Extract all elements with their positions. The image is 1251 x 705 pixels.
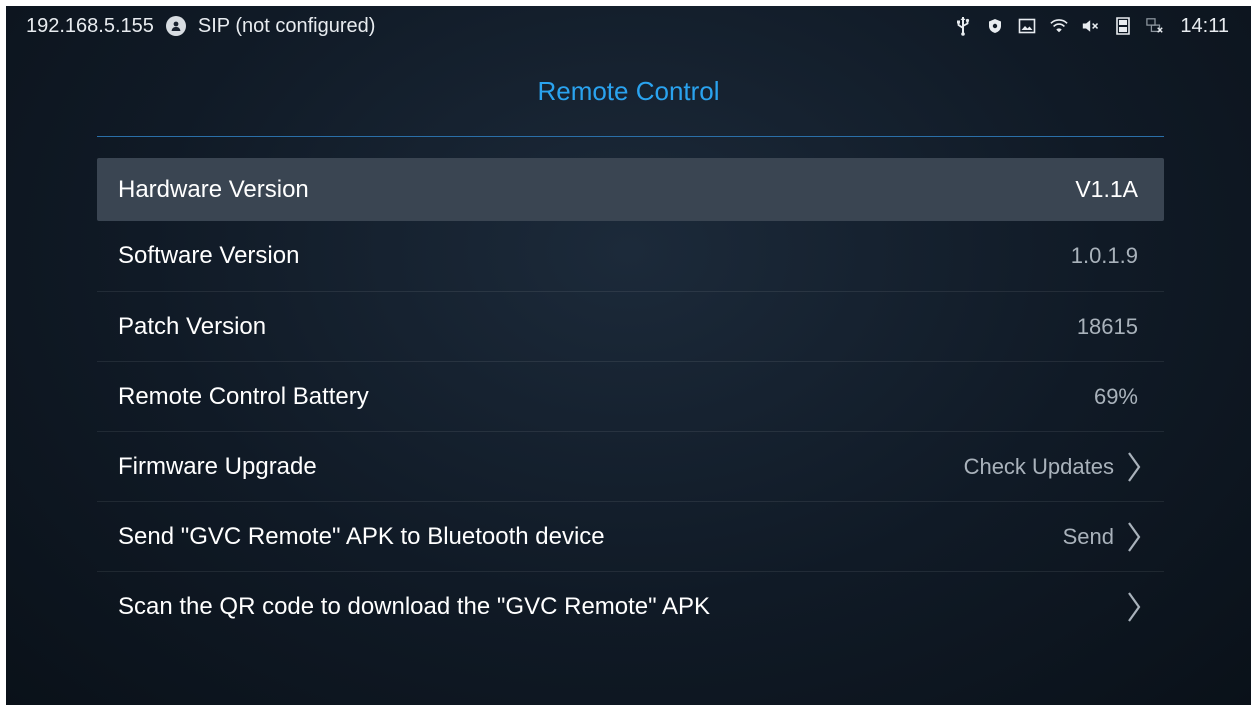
item-label: Software Version [118, 242, 300, 269]
send-apk-item[interactable]: Send "GVC Remote" APK to Bluetooth devic… [97, 502, 1164, 572]
chevron-right-icon [1124, 590, 1144, 624]
firmware-upgrade-item[interactable]: Firmware Upgrade Check Updates [97, 432, 1164, 502]
ethernet-disconnected-icon [1146, 16, 1164, 36]
title-divider [97, 136, 1164, 137]
status-left: 192.168.5.155 SIP (not configured) [6, 15, 375, 38]
settings-list: Hardware Version V1.1A Software Version … [97, 158, 1164, 642]
patch-version-item[interactable]: Patch Version 18615 [97, 292, 1164, 362]
item-label: Patch Version [118, 312, 267, 340]
ip-address: 192.168.5.155 [26, 14, 154, 37]
item-label: Scan the QR code to download the "GVC Re… [118, 593, 711, 620]
usb-icon [954, 16, 972, 36]
clock: 14:11 [1180, 14, 1229, 37]
volume-muted-icon [1082, 16, 1100, 36]
sd-card-icon [1114, 16, 1132, 36]
item-label: Remote Control Battery [118, 382, 369, 410]
item-value: 1.0.1.9 [1070, 243, 1138, 268]
item-value: 69% [1093, 383, 1138, 409]
software-version-item[interactable]: Software Version 1.0.1.9 [97, 221, 1164, 292]
scan-qr-code-item[interactable]: Scan the QR code to download the "GVC Re… [97, 572, 1164, 642]
wifi-icon [1050, 16, 1069, 36]
chevron-right-icon [1124, 520, 1144, 554]
remote-control-screen: 192.168.5.155 SIP (not configured) 14:11… [6, 6, 1251, 705]
hardware-version-item[interactable]: Hardware Version V1.1A [97, 158, 1164, 221]
send-label: Send [1062, 523, 1114, 549]
image-icon [1018, 16, 1036, 36]
remote-control-battery-item[interactable]: Remote Control Battery 69% [97, 362, 1164, 432]
item-label: Hardware Version [118, 175, 309, 203]
item-label: Send "GVC Remote" APK to Bluetooth devic… [118, 522, 605, 550]
check-updates-label: Check Updates [963, 453, 1114, 479]
status-right: 14:11 [954, 15, 1251, 38]
sip-status: SIP (not configured) [197, 14, 376, 37]
item-action [1114, 590, 1144, 624]
status-bar: 192.168.5.155 SIP (not configured) 14:11 [6, 6, 1251, 46]
item-value: V1.1A [1075, 176, 1138, 202]
shield-icon [986, 16, 1004, 36]
item-action: Send [1063, 520, 1144, 554]
account-icon [165, 16, 186, 36]
item-label: Firmware Upgrade [118, 452, 317, 480]
item-action: Check Updates [964, 450, 1144, 484]
chevron-right-icon [1124, 450, 1144, 484]
page-title: Remote Control [537, 76, 720, 106]
item-value: 18615 [1076, 313, 1138, 339]
